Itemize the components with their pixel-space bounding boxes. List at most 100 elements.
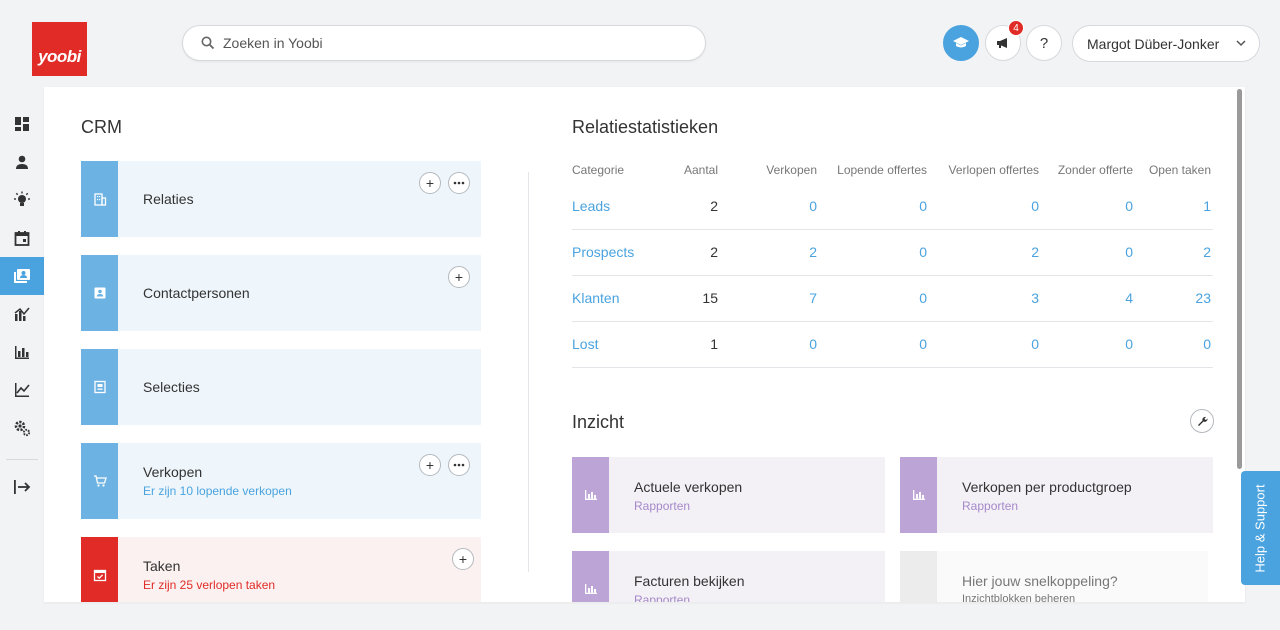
card-stripe [81, 161, 118, 237]
stat-link[interactable]: 0 [1041, 321, 1135, 368]
card-stripe [572, 457, 609, 533]
card-relaties[interactable]: Relaties + [81, 161, 481, 237]
scrollbar[interactable] [1237, 89, 1242, 469]
card-selecties[interactable]: Selecties [81, 349, 481, 425]
announcements-button[interactable]: 4 [985, 20, 1024, 61]
card-taken[interactable]: Taken Er zijn 25 verlopen taken + [81, 537, 481, 602]
stat-link[interactable]: 0 [1041, 183, 1135, 230]
report-chart-icon [584, 584, 597, 594]
insight-card-facturen-bekijken[interactable]: Facturen bekijken Rapporten [572, 551, 885, 602]
sidebar-item-ideas[interactable] [0, 181, 44, 219]
count-cell: 15 [645, 275, 720, 322]
cart-icon [93, 475, 107, 487]
stat-link[interactable]: 0 [720, 183, 819, 230]
sidebar-item-calendar[interactable] [0, 219, 44, 257]
chart-trend-icon [14, 307, 30, 321]
sidebar-item-sales[interactable] [0, 295, 44, 333]
card-subtitle[interactable]: Er zijn 10 lopende verkopen [143, 484, 292, 498]
insight-card-actuele-verkopen[interactable]: Actuele verkopen Rapporten [572, 457, 885, 533]
main-panel: CRM Relaties + Contactpersonen + Selecti… [44, 87, 1245, 602]
stats-header-row: Categorie Aantal Verkopen Lopende offert… [572, 157, 1213, 183]
yoobi-logo[interactable]: yoobi [32, 22, 87, 76]
sidebar-item-logout[interactable] [0, 468, 44, 506]
column-divider [528, 172, 529, 572]
column-header: Verkopen [766, 163, 817, 177]
sidebar [0, 105, 44, 506]
card-title: Relaties [143, 191, 194, 207]
add-verkoop-button[interactable]: + [419, 454, 441, 476]
stat-link[interactable]: 0 [1041, 229, 1135, 276]
search-input[interactable] [223, 35, 663, 51]
search-bar[interactable] [182, 25, 706, 61]
settings-icon [14, 420, 31, 437]
stat-link[interactable]: 2 [929, 229, 1041, 276]
building-icon [93, 193, 106, 206]
insight-subtitle[interactable]: Inzichtblokken beheren [962, 593, 1075, 602]
category-link[interactable]: Prospects [572, 229, 645, 276]
insight-subtitle: Rapporten [634, 593, 691, 602]
dashboard-icon [15, 117, 29, 131]
verkoop-more-button[interactable] [448, 454, 470, 476]
calendar-icon [14, 231, 30, 246]
stat-link[interactable]: 2 [720, 229, 819, 276]
relatie-more-button[interactable] [448, 172, 470, 194]
selection-icon [93, 380, 106, 394]
crm-title: CRM [81, 117, 122, 137]
logo-text: yoobi [38, 47, 81, 66]
help-support-tab[interactable]: Help & Support [1241, 471, 1280, 585]
card-stripe [81, 537, 118, 602]
card-title: Contactpersonen [143, 285, 250, 301]
insight-title: Hier jouw snelkoppeling? [962, 573, 1118, 589]
insight-card-placeholder[interactable]: Hier jouw snelkoppeling? Inzichtblokken … [900, 551, 1208, 602]
stat-link[interactable]: 23 [1135, 275, 1213, 322]
contact-card-icon [94, 287, 105, 299]
card-subtitle[interactable]: Er zijn 25 verlopen taken [143, 578, 275, 592]
add-taak-button[interactable]: + [452, 548, 474, 570]
crm-contacts-icon [14, 269, 30, 283]
card-stripe [81, 349, 118, 425]
academy-button[interactable] [943, 25, 979, 61]
sidebar-divider [6, 459, 38, 460]
add-relatie-button[interactable]: + [419, 172, 441, 194]
sidebar-item-analytics[interactable] [0, 371, 44, 409]
search-icon [201, 36, 215, 50]
insight-card-verkopen-per-productgroep[interactable]: Verkopen per productgroep Rapporten [900, 457, 1213, 533]
card-contactpersonen[interactable]: Contactpersonen + [81, 255, 481, 331]
card-stripe [81, 255, 118, 331]
count-cell: 2 [645, 229, 720, 276]
sidebar-item-crm[interactable] [0, 257, 44, 295]
stat-link[interactable]: 4 [1041, 275, 1135, 322]
add-contactpersoon-button[interactable]: + [448, 266, 470, 288]
insight-subtitle: Rapporten [634, 499, 691, 513]
sidebar-item-settings[interactable] [0, 409, 44, 447]
stat-link[interactable]: 0 [1135, 321, 1213, 368]
stat-link[interactable]: 0 [819, 183, 929, 230]
user-menu[interactable]: Margot Düber-Jonker [1072, 25, 1260, 62]
stat-link[interactable]: 0 [819, 275, 929, 322]
lightbulb-icon [14, 191, 30, 206]
category-link[interactable]: Lost [572, 321, 645, 368]
stat-link[interactable]: 0 [929, 183, 1041, 230]
person-icon [16, 155, 28, 169]
chevron-down-icon [1236, 40, 1246, 47]
stat-link[interactable]: 7 [720, 275, 819, 322]
inzicht-settings-button[interactable] [1190, 409, 1214, 433]
stat-link[interactable]: 1 [1135, 183, 1213, 230]
stat-link[interactable]: 0 [929, 321, 1041, 368]
help-button[interactable]: ? [1026, 25, 1062, 61]
sidebar-item-reports[interactable] [0, 333, 44, 371]
sidebar-item-dashboard[interactable] [0, 105, 44, 143]
card-verkopen[interactable]: Verkopen Er zijn 10 lopende verkopen + [81, 443, 481, 519]
category-link[interactable]: Leads [572, 183, 645, 230]
column-header: Aantal [683, 163, 718, 177]
category-link[interactable]: Klanten [572, 275, 645, 322]
sidebar-item-person[interactable] [0, 143, 44, 181]
notification-badge: 4 [1008, 20, 1024, 36]
stat-link[interactable]: 0 [819, 229, 929, 276]
card-stripe [572, 551, 609, 602]
stat-link[interactable]: 0 [819, 321, 929, 368]
wrench-icon [1198, 416, 1208, 426]
stat-link[interactable]: 2 [1135, 229, 1213, 276]
stat-link[interactable]: 0 [720, 321, 819, 368]
stat-link[interactable]: 3 [929, 275, 1041, 322]
